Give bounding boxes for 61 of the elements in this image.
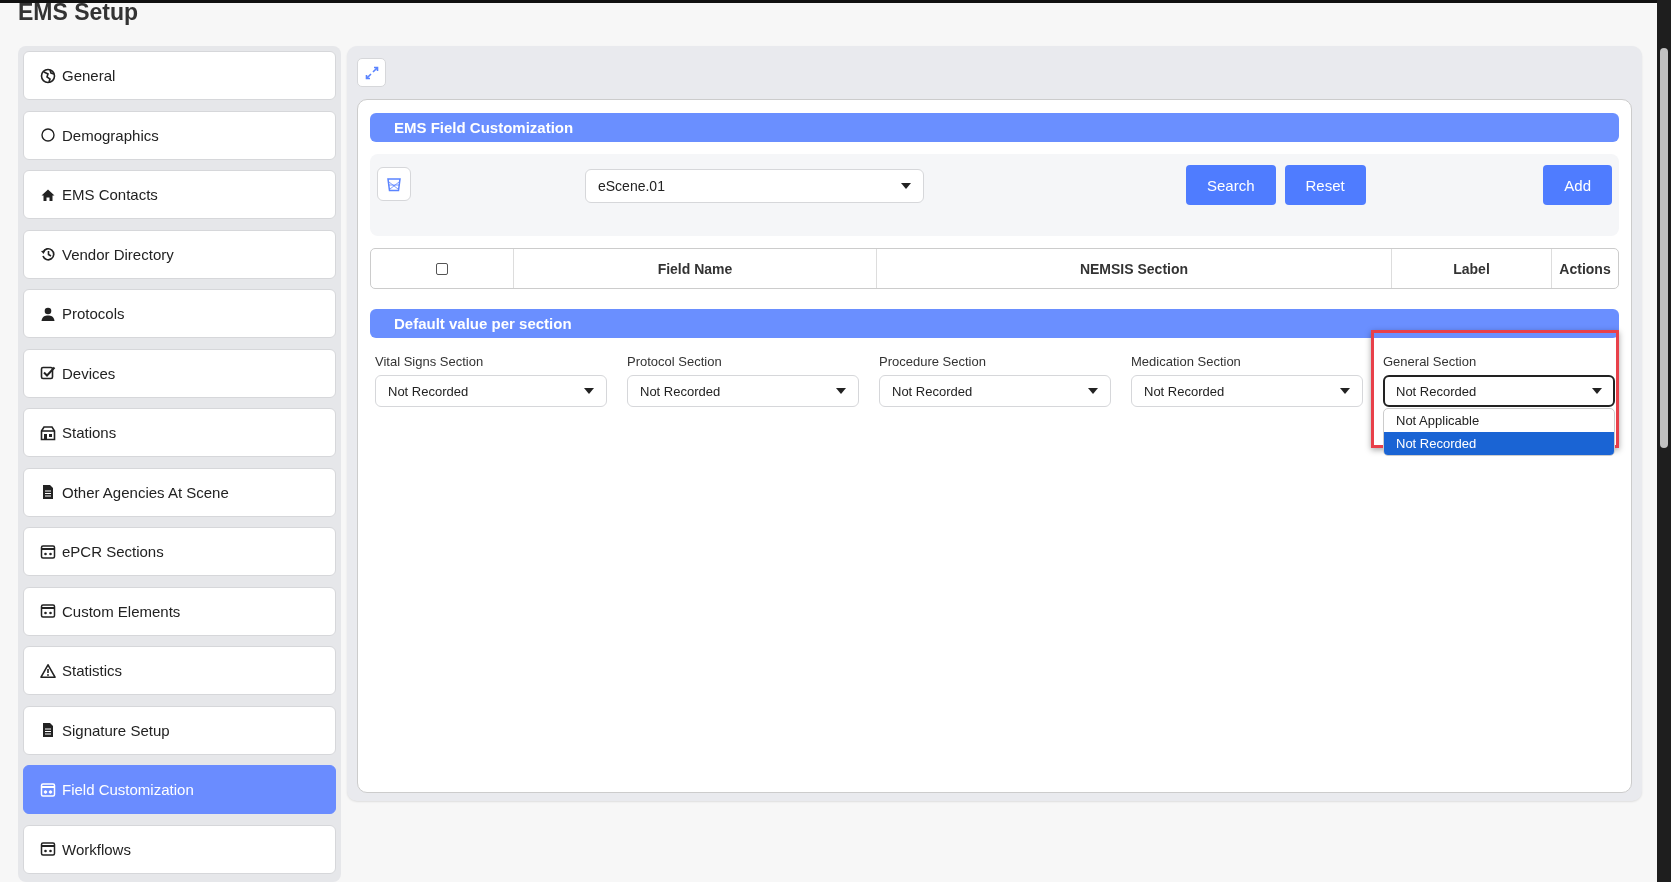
sidebar-item[interactable]: Demographics [23,110,336,160]
select-field[interactable]: eScene.01 [585,169,924,203]
field-label: Medication Section [1131,353,1242,371]
window-icon [40,841,56,857]
field-label: General Section [1383,353,1478,371]
user-icon [40,305,56,322]
caret-icon [901,183,911,189]
column-header: NEMSIS Section [876,249,1391,288]
column-header: Actions [1551,249,1618,288]
store-icon [40,424,56,441]
delete-button[interactable] [377,167,411,201]
field-label: Vital Signs Section [375,353,485,371]
select-field[interactable]: Not Recorded [1131,375,1363,407]
history-icon [40,246,56,262]
sidebar-item[interactable]: Signature Setup [23,705,336,755]
column-header: Field Name [513,249,876,288]
sidebar-item[interactable]: Stations [23,408,336,457]
sidebar-item[interactable]: EMS Contacts [23,170,336,219]
caret-icon [584,388,594,394]
sidebar-item[interactable]: ePCR Sections [23,527,336,576]
action-button[interactable]: Reset [1284,165,1366,205]
scrollbar[interactable] [1657,0,1671,882]
sidebar-item[interactable]: Workflows [23,824,336,874]
select-field[interactable]: Not Recorded [1383,375,1615,407]
window-icon [40,781,56,798]
sidebar-item[interactable]: Vendor Directory [23,229,336,279]
dropdown-option[interactable]: Not Recorded [1384,432,1614,455]
sidebar-item[interactable]: Statistics [23,646,336,695]
warning-icon [40,662,56,679]
select-field[interactable]: Not Recorded [879,375,1111,407]
sidebar-item[interactable]: Custom Elements [23,586,336,636]
checkbox[interactable] [436,262,448,275]
caret-icon [836,388,846,394]
action-button[interactable]: Search [1186,165,1276,205]
add-button[interactable]: Add [1543,165,1612,205]
window-icon [40,543,56,560]
document-icon [40,722,56,738]
sidebar-item[interactable]: Other Agencies At Scene [23,467,336,517]
expand-button[interactable] [357,58,386,87]
sidebar-item[interactable]: Protocols [23,289,336,338]
window-icon [40,603,56,619]
column-header: Label [1391,249,1551,288]
caret-icon [1592,388,1602,394]
sidebar-item[interactable]: General [23,51,336,100]
field-label: Procedure Section [879,353,987,371]
globe-icon [40,67,56,84]
expand-icon [364,65,379,80]
section-header: Default value per section [370,309,1619,338]
field-label: Protocol Section [627,353,723,371]
trash-icon [386,176,402,192]
circle-icon [40,127,56,143]
sidebar-item[interactable]: Devices [23,348,336,398]
dropdown-option[interactable]: Not Applicable [1384,409,1614,432]
select-field[interactable]: Not Recorded [627,375,859,407]
document-icon [40,484,56,500]
caret-icon [1088,388,1098,394]
page-title: EMS Setup [17,3,140,27]
caret-icon [1340,388,1350,394]
select-field[interactable]: Not Recorded [375,375,607,407]
checkbox-icon [40,365,56,381]
section-header: EMS Field Customization [370,113,1619,142]
